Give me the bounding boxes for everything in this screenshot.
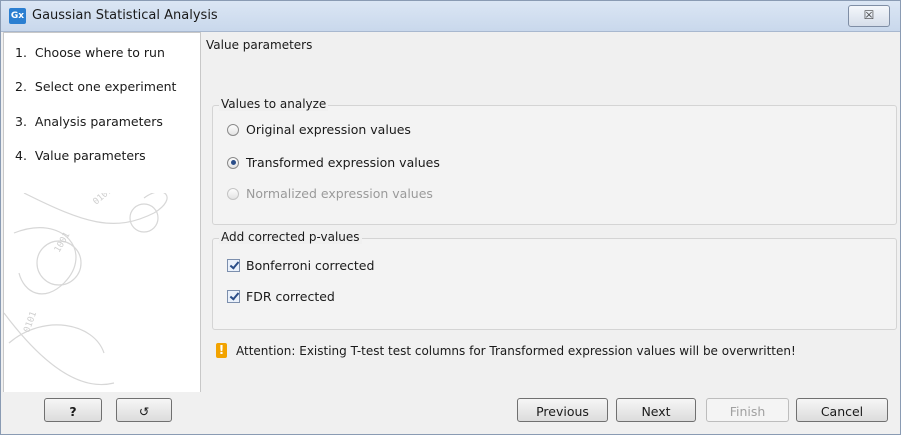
main-panel: Value parameters Values to analyze Origi…	[202, 32, 899, 391]
finish-button: Finish	[706, 398, 789, 422]
checkbox[interactable]	[227, 290, 240, 303]
previous-button[interactable]: Previous	[517, 398, 608, 422]
svg-text:0101: 0101	[92, 193, 115, 207]
radio-label: Transformed expression values	[246, 155, 440, 170]
wizard-steps-sidebar: 1. Choose where to run 2. Select one exp…	[3, 32, 201, 393]
radio-label: Original expression values	[246, 122, 411, 137]
dna-watermark-icon: 0101 1001 0101	[4, 193, 168, 386]
step-number: 3.	[15, 114, 27, 129]
step-label: Value parameters	[34, 148, 146, 163]
checkbox-fdr-corrected[interactable]: FDR corrected	[227, 289, 335, 304]
button-bar: ? ↺ Previous Next Finish Cancel	[1, 392, 900, 434]
values-to-analyze-group: Values to analyze Original expression va…	[212, 97, 897, 225]
step-choose-where-to-run: 1. Choose where to run	[15, 45, 165, 60]
help-button[interactable]: ?	[44, 398, 102, 422]
close-button[interactable]: ☒	[848, 5, 890, 27]
step-number: 2.	[15, 79, 27, 94]
radio-button[interactable]	[227, 123, 239, 136]
group-title: Values to analyze	[219, 97, 329, 111]
svg-text:1001: 1001	[53, 231, 73, 255]
step-label: Analysis parameters	[34, 114, 163, 129]
attention-text: Attention: Existing T-test test columns …	[236, 343, 796, 358]
title-bar: Gx Gaussian Statistical Analysis ☒	[1, 1, 900, 32]
checkbox-label: Bonferroni corrected	[246, 258, 375, 273]
radio-label: Normalized expression values	[246, 186, 433, 201]
section-title: Value parameters	[206, 38, 313, 52]
app-icon: Gx	[9, 8, 26, 24]
window-title: Gaussian Statistical Analysis	[32, 8, 218, 23]
checkbox-label: FDR corrected	[246, 289, 335, 304]
group-title: Add corrected p-values	[219, 230, 362, 244]
step-label: Select one experiment	[34, 79, 177, 94]
dialog-window: Gx Gaussian Statistical Analysis ☒ 1. Ch…	[0, 0, 901, 435]
radio-normalized-expression-values: Normalized expression values	[227, 186, 433, 201]
step-select-one-experiment: 2. Select one experiment	[15, 79, 176, 94]
cancel-button[interactable]: Cancel	[796, 398, 888, 422]
checkbox[interactable]	[227, 259, 240, 272]
reset-button[interactable]: ↺	[116, 398, 172, 422]
attention-message: ! Attention: Existing T-test test column…	[216, 343, 796, 358]
step-number: 1.	[15, 45, 27, 60]
reset-icon: ↺	[138, 404, 150, 419]
radio-original-expression-values[interactable]: Original expression values	[227, 122, 411, 137]
step-analysis-parameters: 3. Analysis parameters	[15, 114, 163, 129]
radio-button	[227, 187, 239, 200]
warning-icon: !	[216, 343, 227, 358]
corrected-p-values-group: Add corrected p-values Bonferroni correc…	[212, 230, 897, 330]
next-button[interactable]: Next	[616, 398, 696, 422]
svg-text:0101: 0101	[22, 310, 39, 334]
radio-transformed-expression-values[interactable]: Transformed expression values	[227, 155, 440, 170]
step-label: Choose where to run	[34, 45, 165, 60]
radio-button[interactable]	[227, 156, 239, 169]
step-value-parameters: 4. Value parameters	[15, 148, 146, 163]
checkbox-bonferroni-corrected[interactable]: Bonferroni corrected	[227, 258, 374, 273]
step-number: 4.	[15, 148, 27, 163]
